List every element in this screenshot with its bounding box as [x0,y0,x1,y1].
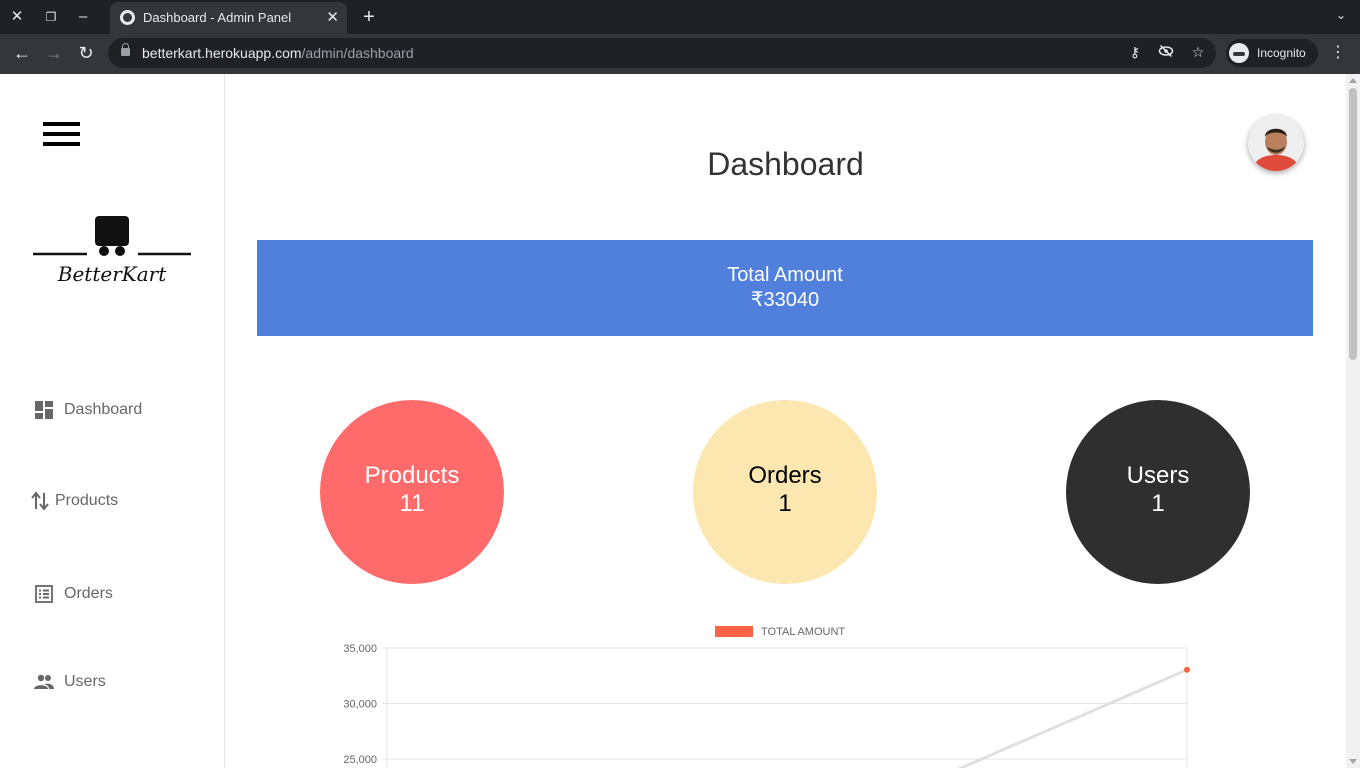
new-tab-icon[interactable]: + [360,6,378,29]
products-stat-circle: Products 11 [320,400,504,584]
browser-toolbar: ← → ↻ betterkart.herokuapp.com/admin/das… [0,34,1360,74]
stat-label: Orders [748,462,822,489]
stat-label: Users [1126,462,1190,489]
incognito-icon [1229,43,1249,63]
users-stat-circle: Users 1 [1066,400,1250,584]
window-minimize-icon[interactable]: – [74,8,92,26]
back-icon[interactable]: ← [11,42,33,64]
sidebar-item-orders[interactable]: Orders [32,581,212,607]
stat-value: 11 [399,490,425,517]
reload-icon[interactable]: ↻ [75,42,97,64]
sidebar: BetterKart Dashboard Products Orders Use… [0,74,225,768]
sidebar-item-users[interactable]: Users [32,669,212,695]
lock-icon [121,43,130,56]
sidebar-item-label: Users [64,673,106,690]
url-path: /admin/dashboard [301,45,414,61]
stat-value: 1 [1151,490,1165,517]
incognito-badge[interactable]: Incognito [1226,39,1318,67]
window-restore-icon[interactable]: ❐ [42,8,60,26]
incognito-label: Incognito [1257,46,1306,60]
key-icon[interactable]: ⚷ [1126,43,1144,61]
sidebar-item-label: Products [55,492,119,509]
total-amount-label: Total Amount [727,264,843,286]
sidebar-item-dashboard[interactable]: Dashboard [32,397,212,423]
list-icon [35,585,53,603]
scroll-down-icon[interactable] [1349,759,1357,764]
url-text[interactable]: betterkart.herokuapp.com/admin/dashboard [142,45,414,61]
sidebar-item-label: Orders [64,585,113,602]
page-title: Dashboard [707,146,864,182]
address-bar[interactable]: betterkart.herokuapp.com/admin/dashboard… [108,38,1216,68]
logo-text: BetterKart [57,262,167,286]
stat-value: 1 [778,490,792,517]
stat-label: Products [364,462,460,489]
tab-search-chevron-icon[interactable]: ⌄ [1336,8,1346,22]
swap-vertical-icon [31,491,49,511]
orders-stat-circle: Orders 1 [693,400,877,584]
total-amount-chart: TOTAL AMOUNT 35,000 30,000 25,000 [343,626,1190,768]
browser-tab[interactable]: Dashboard - Admin Panel ✕ [110,2,347,34]
hamburger-menu-icon[interactable] [43,122,80,149]
total-amount-value: ₹33040 [750,289,820,311]
forward-icon[interactable]: → [43,42,65,64]
cart-logo-icon [33,216,191,256]
data-point[interactable] [1184,666,1190,673]
globe-icon [120,10,135,25]
tab-title: Dashboard - Admin Panel [143,10,292,25]
vertical-scrollbar[interactable] [1346,74,1360,768]
sidebar-item-products[interactable]: Products [28,488,208,514]
window-close-icon[interactable]: ✕ [8,8,26,26]
people-icon [34,674,54,689]
y-tick-label: 35,000 [343,643,377,655]
total-amount-banner: Total Amount ₹33040 [257,240,1313,336]
star-icon[interactable]: ☆ [1189,43,1207,61]
series-line [957,668,1188,768]
legend-swatch [715,626,753,637]
sidebar-item-label: Dashboard [64,401,143,418]
logo: BetterKart [32,214,192,289]
eye-off-icon[interactable] [1157,43,1175,61]
dashboard-icon [35,401,53,419]
browser-menu-icon[interactable]: ⋮ [1330,42,1346,62]
scroll-up-icon[interactable] [1349,78,1357,83]
page-content: BetterKart Dashboard Products Orders Use… [0,74,1346,768]
url-domain: betterkart.herokuapp.com [142,45,302,61]
legend-label: TOTAL AMOUNT [761,626,845,638]
browser-tab-bar: ✕ ❐ – Dashboard - Admin Panel ✕ + ⌄ [0,0,1360,34]
y-tick-label: 30,000 [343,699,377,711]
tab-close-icon[interactable]: ✕ [326,8,339,26]
y-tick-label: 25,000 [343,754,377,766]
scroll-thumb[interactable] [1349,88,1357,360]
